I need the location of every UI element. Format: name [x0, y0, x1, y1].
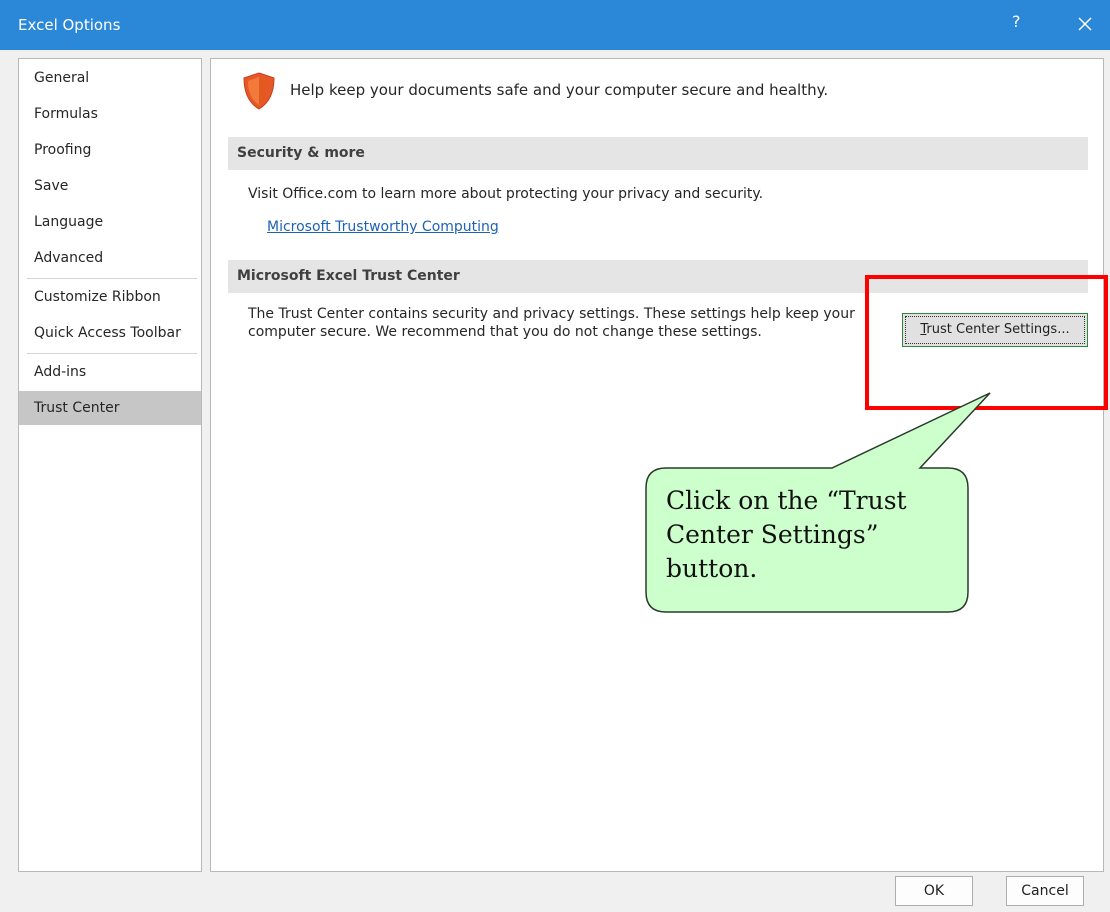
shield-icon [243, 72, 275, 110]
close-icon[interactable] [1067, 6, 1103, 42]
help-button[interactable]: ? [1012, 12, 1021, 31]
section-header-security: Security & more [228, 137, 1088, 170]
sidebar-item-trust-center[interactable]: Trust Center [19, 391, 201, 425]
button-label: rust Center Settings... [926, 322, 1070, 337]
sidebar-item-customize-ribbon[interactable]: Customize Ribbon [19, 280, 201, 314]
callout-text: Click on the “Trust Center Settings” but… [666, 486, 907, 583]
ok-button[interactable]: OK [895, 876, 973, 906]
sidebar-item-general[interactable]: General [19, 61, 201, 95]
sidebar-item-proofing[interactable]: Proofing [19, 133, 201, 167]
cancel-button[interactable]: Cancel [1006, 876, 1084, 906]
trust-center-description: The Trust Center contains security and p… [248, 306, 855, 340]
sidebar-item-add-ins[interactable]: Add-ins [19, 355, 201, 389]
section-header-trust-center: Microsoft Excel Trust Center [228, 260, 1088, 293]
trust-center-settings-button[interactable]: Trust Center Settings... [902, 313, 1088, 347]
sidebar-item-advanced[interactable]: Advanced [19, 241, 201, 275]
sidebar-item-save[interactable]: Save [19, 169, 201, 203]
options-sidebar: General Formulas Proofing Save Language … [18, 58, 202, 872]
security-description: Visit Office.com to learn more about pro… [248, 186, 764, 202]
intro-text: Help keep your documents safe and your c… [290, 81, 829, 99]
window-title: Excel Options [18, 16, 121, 34]
content-panel: Help keep your documents safe and your c… [210, 58, 1104, 872]
sidebar-divider [27, 353, 197, 354]
sidebar-item-quick-access-toolbar[interactable]: Quick Access Toolbar [19, 316, 201, 350]
sidebar-item-language[interactable]: Language [19, 205, 201, 239]
trustworthy-computing-link[interactable]: Microsoft Trustworthy Computing [267, 219, 499, 235]
sidebar-divider [27, 278, 197, 279]
title-bar: Excel Options ? [0, 0, 1110, 50]
sidebar-item-formulas[interactable]: Formulas [19, 97, 201, 131]
